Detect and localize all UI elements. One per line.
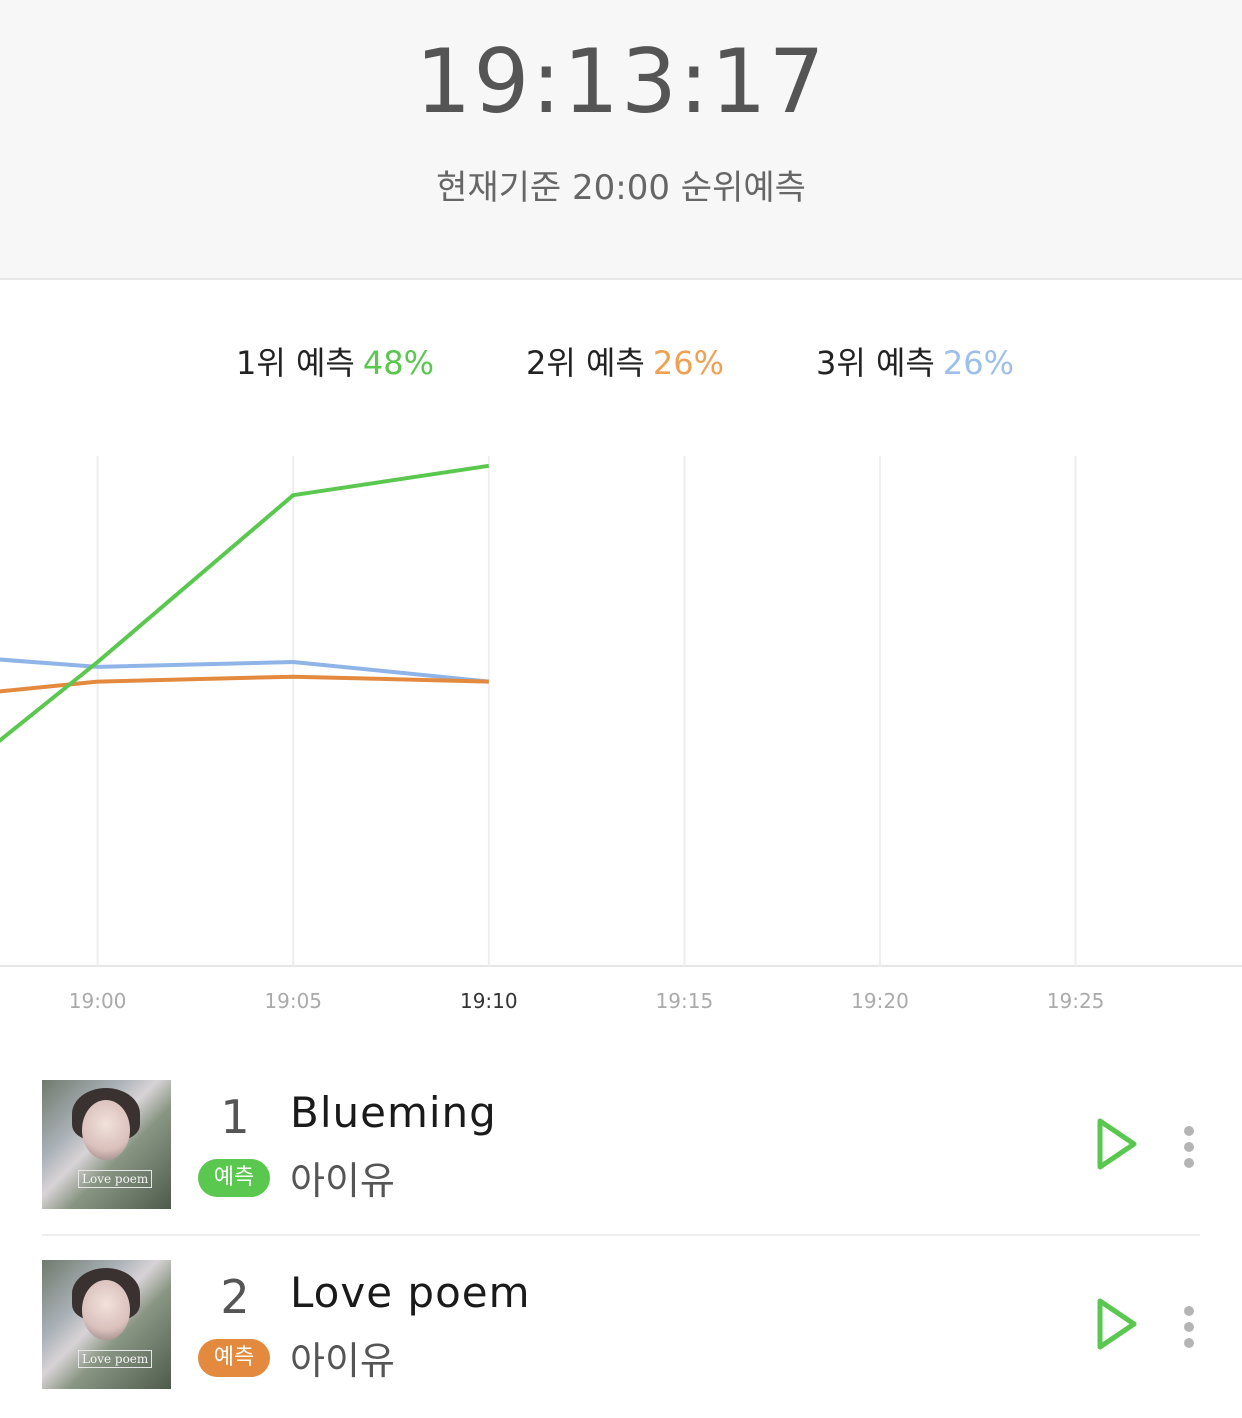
song-rank: 1 [220,1090,250,1144]
legend-percent: 26% [942,344,1014,382]
song-row[interactable]: Love poem 2 예측 Love poem 아이유 [0,1238,1242,1418]
legend-item-rank1: 1위 예측 48% [236,338,434,384]
song-title[interactable]: Love poem [290,1268,531,1317]
play-icon[interactable] [1094,1296,1140,1352]
dot [1184,1158,1194,1168]
song-list: Love poem 1 예측 Blueming 아이유 Love poem 2 … [0,1058,1242,1418]
x-tick-label: 19:20 [851,989,909,1013]
prediction-badge: 예측 [198,1339,270,1377]
album-cover[interactable]: Love poem [42,1080,171,1209]
legend-percent: 48% [362,344,434,382]
dot [1184,1322,1194,1332]
cover-face [82,1100,130,1160]
series-line-1 [0,463,490,743]
song-artist[interactable]: 아이유 [290,1150,395,1205]
dot [1184,1306,1194,1316]
prediction-chart: 19:00 19:05 19:10 19:15 19:20 19:25 [0,456,1242,1013]
song-rank: 2 [220,1270,250,1324]
current-time: 19:13:17 [415,30,827,133]
chart-legend: 1위 예측 48% 2위 예측 26% 3위 예측 26% [0,338,1242,388]
legend-item-rank3: 3위 예측 26% [816,338,1014,384]
dot [1184,1126,1194,1136]
cover-text: Love poem [78,1170,153,1188]
legend-label: 1위 예측 [236,344,355,382]
prediction-badge: 예측 [198,1159,270,1197]
more-options-icon[interactable] [1176,1304,1202,1350]
legend-label: 3위 예측 [816,344,935,382]
divider [42,1234,1200,1236]
cover-face [82,1280,130,1340]
play-icon[interactable] [1094,1116,1140,1172]
x-tick-label: 19:05 [264,989,322,1013]
song-artist[interactable]: 아이유 [290,1330,395,1385]
cover-text: Love poem [78,1350,153,1368]
song-title[interactable]: Blueming [290,1088,497,1137]
legend-label: 2위 예측 [526,344,645,382]
dot [1184,1142,1194,1152]
album-cover[interactable]: Love poem [42,1260,171,1389]
song-row[interactable]: Love poem 1 예측 Blueming 아이유 [0,1058,1242,1238]
more-options-icon[interactable] [1176,1124,1202,1170]
legend-percent: 26% [652,344,724,382]
x-tick-label: 19:15 [656,989,714,1013]
x-tick-label: 19:10 [460,989,518,1013]
dot [1184,1338,1194,1348]
x-tick-label: 19:00 [69,989,127,1013]
x-tick-label: 19:25 [1047,989,1105,1013]
prediction-basis: 현재기준 20:00 순위예측 [436,168,806,208]
header: 19:13:17 현재기준 20:00 순위예측 [0,0,1242,280]
legend-item-rank2: 2위 예측 26% [526,338,724,384]
